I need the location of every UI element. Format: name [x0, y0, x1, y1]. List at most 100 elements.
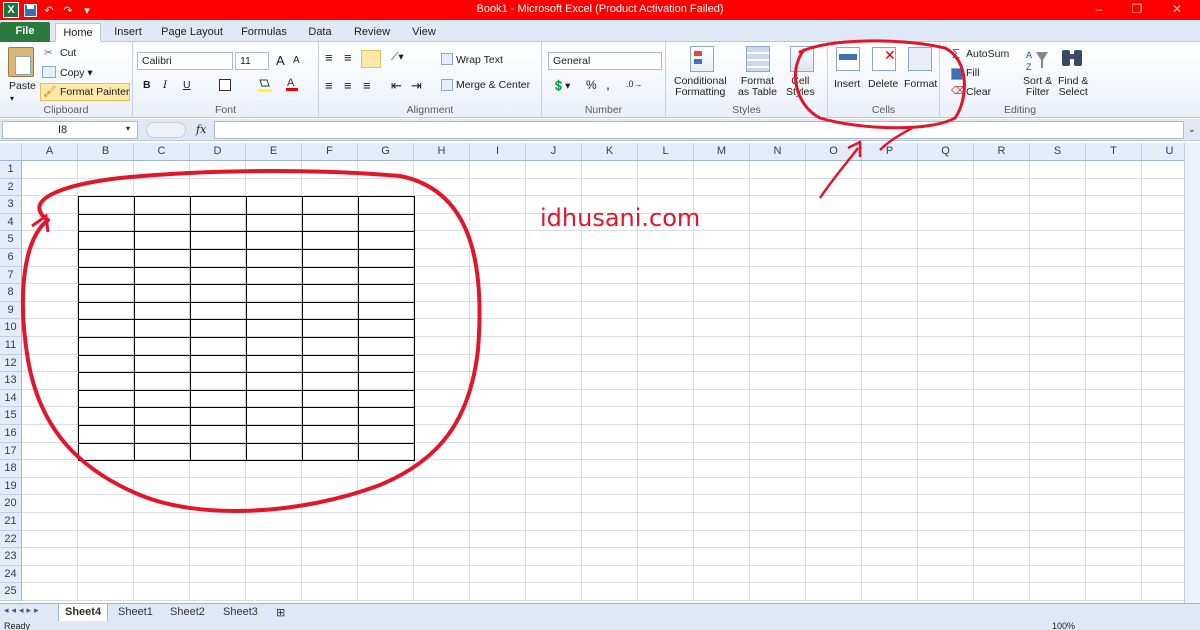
- cell[interactable]: [918, 513, 974, 531]
- cell[interactable]: [358, 513, 414, 531]
- cell[interactable]: [470, 530, 526, 549]
- cell[interactable]: [246, 460, 302, 478]
- cell[interactable]: [414, 372, 470, 390]
- cell[interactable]: [862, 583, 918, 601]
- cell[interactable]: [974, 337, 1030, 355]
- cell[interactable]: [638, 372, 694, 390]
- cell[interactable]: [414, 477, 470, 496]
- cell[interactable]: [470, 389, 526, 408]
- cell[interactable]: [1030, 337, 1086, 355]
- cell[interactable]: [1030, 231, 1086, 249]
- cell[interactable]: [190, 477, 246, 496]
- cell[interactable]: [470, 178, 526, 197]
- name-box-dropdown-icon[interactable]: ▾: [126, 124, 130, 133]
- cell[interactable]: [582, 389, 638, 408]
- cell[interactable]: [862, 407, 918, 425]
- cell[interactable]: [806, 372, 862, 390]
- cell[interactable]: [750, 284, 806, 302]
- sort-filter-button[interactable]: Sort & Filter: [1023, 76, 1052, 98]
- cell[interactable]: [918, 284, 974, 302]
- fill-button[interactable]: Fill: [966, 67, 979, 79]
- cell[interactable]: [694, 442, 750, 461]
- cell[interactable]: [358, 477, 414, 496]
- cut-button[interactable]: Cut: [60, 47, 76, 59]
- align-right-icon[interactable]: ≡: [363, 78, 371, 93]
- sheet-nav-arrows-icon[interactable]: ◂◂◂▸▸: [4, 605, 42, 616]
- underline-button[interactable]: U: [183, 79, 191, 91]
- column-header-b[interactable]: B: [78, 143, 134, 161]
- cell[interactable]: [638, 530, 694, 549]
- cell[interactable]: [582, 495, 638, 513]
- cell[interactable]: [582, 548, 638, 566]
- cell[interactable]: [22, 495, 78, 513]
- table-cell[interactable]: [302, 407, 359, 426]
- table-cell[interactable]: [302, 231, 359, 250]
- cell[interactable]: [414, 266, 470, 285]
- row-header-23[interactable]: 23: [0, 548, 22, 566]
- cell[interactable]: [1086, 266, 1142, 285]
- cell[interactable]: [918, 161, 974, 179]
- cell[interactable]: [302, 583, 358, 601]
- cell[interactable]: [526, 301, 582, 320]
- cell[interactable]: [1086, 495, 1142, 513]
- cell[interactable]: [246, 477, 302, 496]
- cell[interactable]: [974, 266, 1030, 285]
- cell[interactable]: [918, 425, 974, 443]
- cell[interactable]: [302, 565, 358, 584]
- table-cell[interactable]: [190, 407, 247, 426]
- table-cell[interactable]: [246, 319, 303, 338]
- cell[interactable]: [470, 249, 526, 267]
- tab-insert[interactable]: Insert: [108, 23, 148, 42]
- cell[interactable]: [78, 548, 134, 566]
- row-header-14[interactable]: 14: [0, 389, 22, 408]
- cell[interactable]: [918, 442, 974, 461]
- table-cell[interactable]: [246, 425, 303, 444]
- cell[interactable]: [526, 513, 582, 531]
- cell[interactable]: [414, 425, 470, 443]
- cell[interactable]: [862, 477, 918, 496]
- cell[interactable]: [470, 337, 526, 355]
- tab-file[interactable]: File: [0, 22, 50, 42]
- cell[interactable]: [918, 266, 974, 285]
- restore-button[interactable]: ❐: [1126, 2, 1148, 18]
- cell[interactable]: [974, 583, 1030, 601]
- cell[interactable]: [1030, 477, 1086, 496]
- cell[interactable]: [694, 319, 750, 337]
- cell[interactable]: [918, 213, 974, 232]
- autosum-button[interactable]: AutoSum: [966, 48, 1009, 60]
- table-cell[interactable]: [358, 337, 415, 356]
- cell[interactable]: [1086, 196, 1142, 214]
- cell[interactable]: [22, 530, 78, 549]
- vertical-scrollbar[interactable]: [1184, 143, 1200, 603]
- column-header-f[interactable]: F: [302, 143, 358, 161]
- cell[interactable]: [526, 372, 582, 390]
- cell[interactable]: [694, 354, 750, 373]
- row-header-20[interactable]: 20: [0, 495, 22, 513]
- table-cell[interactable]: [302, 354, 359, 374]
- cell[interactable]: [526, 425, 582, 443]
- cell[interactable]: [246, 161, 302, 179]
- cell[interactable]: [526, 354, 582, 373]
- cell[interactable]: [358, 161, 414, 179]
- table-cell[interactable]: [134, 354, 191, 374]
- table-cell[interactable]: [302, 249, 359, 268]
- cell[interactable]: [414, 442, 470, 461]
- cell[interactable]: [526, 178, 582, 197]
- cell[interactable]: [862, 565, 918, 584]
- cell[interactable]: [694, 231, 750, 249]
- table-cell[interactable]: [190, 231, 247, 250]
- table-cell[interactable]: [190, 354, 247, 374]
- cell[interactable]: [638, 354, 694, 373]
- cell[interactable]: [862, 389, 918, 408]
- cell[interactable]: [22, 407, 78, 425]
- cell[interactable]: [22, 196, 78, 214]
- table-cell[interactable]: [358, 213, 415, 233]
- cell[interactable]: [638, 231, 694, 249]
- minimize-button[interactable]: –: [1088, 2, 1110, 18]
- insert-function-button[interactable]: fx: [196, 123, 206, 136]
- cell[interactable]: [582, 513, 638, 531]
- cell[interactable]: [694, 530, 750, 549]
- cell[interactable]: [806, 161, 862, 179]
- cell[interactable]: [806, 477, 862, 496]
- cell[interactable]: [470, 196, 526, 214]
